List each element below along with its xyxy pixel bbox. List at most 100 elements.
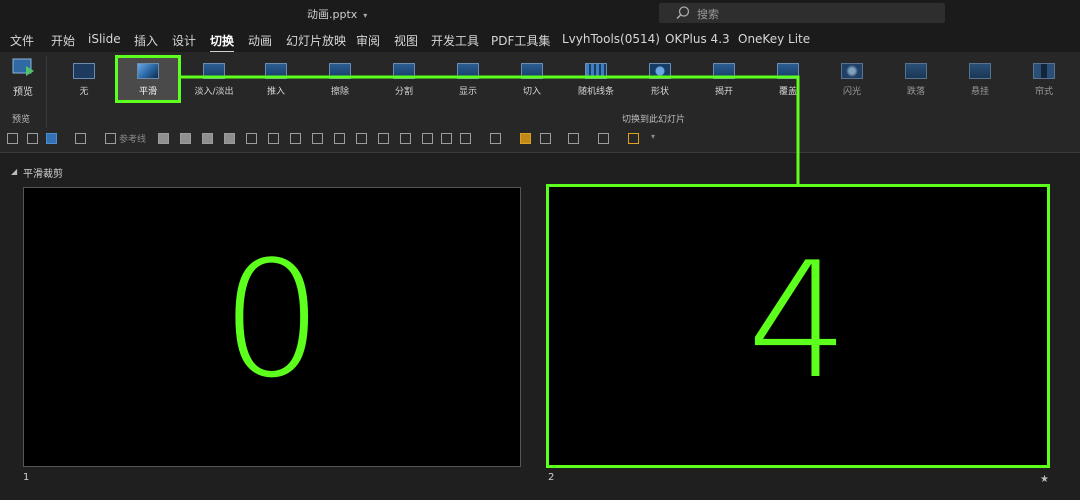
- export-icon[interactable]: [628, 133, 639, 144]
- close-box-icon[interactable]: [27, 133, 38, 144]
- effects-icon[interactable]: [540, 133, 551, 144]
- tab-insert[interactable]: 插入: [134, 32, 158, 49]
- format-painter-icon[interactable]: [520, 133, 531, 144]
- connector-icon[interactable]: [568, 133, 579, 144]
- transition-label: 分割: [394, 87, 413, 97]
- align-bottom-icon[interactable]: [290, 133, 301, 144]
- fall-over-transition-icon: [905, 63, 927, 79]
- transition-fall-over[interactable]: 跌落: [887, 57, 945, 101]
- distribute-horizontal-icon[interactable]: [378, 133, 389, 144]
- layout-icon[interactable]: [7, 133, 18, 144]
- section-title[interactable]: 平滑裁剪: [23, 165, 63, 180]
- tab-okplus[interactable]: OKPlus 4.3: [665, 32, 730, 46]
- toolbar-more-icon[interactable]: ▾: [651, 132, 655, 141]
- crop-image-icon[interactable]: [441, 133, 452, 144]
- transition-curtains[interactable]: 帘式: [1015, 57, 1073, 101]
- search-icon: [676, 6, 690, 20]
- slide-content-number: 0: [221, 226, 323, 413]
- preview-label: 预览: [13, 87, 33, 98]
- transition-label: 随机线条: [577, 87, 614, 97]
- transition-shape[interactable]: 形状: [631, 57, 689, 101]
- pattern-icon[interactable]: [75, 133, 86, 144]
- slide-thumbnail-2[interactable]: 4: [546, 184, 1050, 468]
- chevron-down-icon[interactable]: ▾: [363, 11, 367, 20]
- shape-icon[interactable]: [460, 133, 471, 144]
- quick-toolbar: 参考线 ▾: [0, 128, 1080, 150]
- tab-lvyhtools[interactable]: LvyhTools(0514): [562, 32, 660, 46]
- tab-transitions[interactable]: 切换: [210, 32, 235, 53]
- crop-icon[interactable]: [598, 133, 609, 144]
- transition-split[interactable]: 分割: [375, 57, 433, 101]
- transition-morph[interactable]: 平滑: [115, 55, 181, 103]
- transition-drape[interactable]: 悬挂: [951, 57, 1009, 101]
- search-box[interactable]: 搜索: [659, 3, 945, 23]
- slide-number: 1: [23, 472, 30, 483]
- tab-design[interactable]: 设计: [172, 32, 196, 49]
- slide-number: 2: [548, 472, 555, 483]
- transition-uncover[interactable]: 揭开: [695, 57, 753, 101]
- cover-transition-icon: [777, 63, 799, 79]
- transition-cut[interactable]: 切入: [503, 57, 561, 101]
- transitions-group-label: 切换到此幻灯片: [622, 115, 686, 125]
- transition-label: 切入: [522, 87, 541, 97]
- align-left-icon[interactable]: [312, 133, 323, 144]
- none-transition-icon: [73, 63, 95, 79]
- transition-push[interactable]: 推入: [247, 57, 305, 101]
- split-transition-icon: [393, 63, 415, 79]
- guides-label: 参考线: [119, 135, 147, 145]
- transition-label: 揭开: [714, 87, 733, 97]
- morph-transition-icon: [137, 63, 159, 79]
- tab-file[interactable]: 文件: [10, 32, 34, 49]
- transition-label: 闪光: [842, 87, 861, 97]
- section-collapse-icon[interactable]: ◢: [11, 167, 17, 176]
- tab-slideshow[interactable]: 幻灯片放映: [286, 32, 346, 49]
- push-transition-icon: [265, 63, 287, 79]
- transition-random-bars[interactable]: 随机线条: [567, 57, 625, 101]
- transition-fade[interactable]: 淡入/淡出: [184, 57, 244, 101]
- transition-label: 推入: [266, 87, 285, 97]
- color-fill-icon[interactable]: [46, 133, 57, 144]
- tab-pdf-tools[interactable]: PDF工具集: [491, 32, 550, 49]
- animation-marker-icon: ★: [1040, 474, 1049, 485]
- transition-label: 平滑: [138, 87, 157, 97]
- tab-islide[interactable]: iSlide: [88, 32, 121, 46]
- transition-label: 覆盖: [778, 87, 797, 97]
- tab-onekey-lite[interactable]: OneKey Lite: [738, 32, 810, 46]
- merge-shapes-icon[interactable]: [490, 133, 501, 144]
- ribbon-tabs: 文件 开始 iSlide 插入 设计 切换 动画 幻灯片放映 审阅 视图 开发工…: [0, 28, 1080, 53]
- slide-content-number: 4: [747, 227, 849, 414]
- transition-reveal[interactable]: 显示: [439, 57, 497, 101]
- transition-cover[interactable]: 覆盖: [759, 57, 817, 101]
- transition-label: 帘式: [1034, 87, 1053, 97]
- tab-animations[interactable]: 动画: [248, 32, 272, 49]
- align-top-icon[interactable]: [246, 133, 257, 144]
- transition-label: 形状: [650, 87, 669, 97]
- guides-checkbox[interactable]: [105, 133, 116, 144]
- tab-developer[interactable]: 开发工具: [431, 32, 479, 49]
- send-backward-icon[interactable]: [202, 133, 213, 144]
- transition-label: 悬挂: [970, 87, 989, 97]
- transition-label: 跌落: [906, 87, 925, 97]
- align-middle-icon[interactable]: [268, 133, 279, 144]
- arrange-icon[interactable]: [158, 133, 169, 144]
- search-placeholder: 搜索: [697, 8, 719, 21]
- tab-home[interactable]: 开始: [51, 32, 75, 49]
- align-right-icon[interactable]: [356, 133, 367, 144]
- document-title-text: 动画.pptx: [307, 8, 358, 21]
- transition-label: 无: [79, 87, 89, 97]
- transition-none[interactable]: 无: [55, 57, 113, 101]
- distribute-vertical-icon[interactable]: [400, 133, 411, 144]
- tab-review[interactable]: 审阅: [356, 32, 380, 49]
- transition-flash[interactable]: 闪光: [823, 57, 881, 101]
- group-icon[interactable]: [224, 133, 235, 144]
- document-title[interactable]: 动画.pptx ▾: [307, 6, 367, 22]
- preview-group-label: 预览: [12, 115, 31, 125]
- align-center-icon[interactable]: [334, 133, 345, 144]
- tab-view[interactable]: 视图: [394, 32, 418, 49]
- bring-forward-icon[interactable]: [180, 133, 191, 144]
- slide-thumbnail-1[interactable]: 0: [23, 187, 521, 467]
- preview-button[interactable]: 预览: [6, 57, 40, 107]
- random-bars-transition-icon: [585, 63, 607, 79]
- transition-wipe[interactable]: 擦除: [311, 57, 369, 101]
- image-icon[interactable]: [422, 133, 433, 144]
